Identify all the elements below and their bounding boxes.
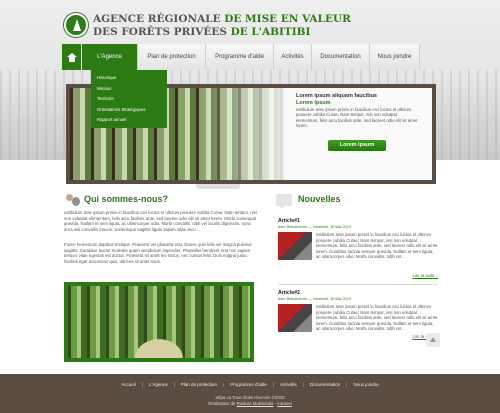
article-divider <box>278 284 438 285</box>
about-paragraph-2: Fusce fermentum dapibus tristique. Praes… <box>64 242 252 264</box>
dropdown-item-mission[interactable]: Mission <box>91 84 167 95</box>
agence-dropdown-menu: Historique Mission Territoire Orientatio… <box>91 70 167 128</box>
about-title: Qui sommes-nous? <box>84 194 169 204</box>
footer-link-documentation[interactable]: Documentation <box>310 382 340 387</box>
footer-link-agence[interactable]: L'Agence <box>149 382 168 387</box>
nav-item-nous-joindre[interactable]: Nous joindre <box>370 44 420 70</box>
home-icon <box>66 52 77 62</box>
news-icon <box>276 194 292 209</box>
footer-link-activites[interactable]: Activités <box>280 382 297 387</box>
news-article: Article#1 Alex Beaulherme — Vendredi, 30… <box>278 218 438 284</box>
news-article: Article#2 Alex Beaulherme — Vendredi, 30… <box>278 290 438 346</box>
dropdown-item-orientations[interactable]: Orientations Stratégiques <box>91 105 167 116</box>
banner-button[interactable]: Lorem ipsum <box>328 140 386 151</box>
people-icon <box>66 194 80 206</box>
footer-copyright: arfpa.ca Tous droits réservés ©2010 Réal… <box>0 395 500 407</box>
dropdown-item-rapport-annuel[interactable]: Rapport annuel <box>91 115 167 126</box>
article-thumbnail[interactable] <box>278 232 312 260</box>
read-more-link[interactable]: Lire la suite... <box>412 273 438 278</box>
nav-item-documentation[interactable]: Documentation <box>312 44 370 70</box>
footer: Accueil | L'Agence | Plan de protection … <box>0 374 500 413</box>
banner-text-panel: Lorem ipsum aliquam faucibus Lorem ipsum… <box>284 88 432 180</box>
credit-line: Réalisation de Radium Multimédia - Intra… <box>208 400 292 406</box>
home-button[interactable] <box>62 44 82 70</box>
nav-item-agence[interactable]: L'Agence <box>82 44 138 70</box>
article-excerpt: estibulum ante ipsum primis in faucibus … <box>316 232 438 260</box>
nav-item-plan-protection[interactable]: Plan de protection <box>138 44 206 70</box>
article-thumbnail[interactable] <box>278 304 312 332</box>
footer-link-accueil[interactable]: Accueil <box>121 382 136 387</box>
main-nav: L'Agence Plan de protection Programme d'… <box>62 44 420 70</box>
news-title: Nouvelles <box>298 194 341 204</box>
dropdown-item-territoire[interactable]: Territoire <box>91 94 167 105</box>
article-meta: Alex Beaulherme — Vendredi, 30 Mai 2010 <box>278 297 351 301</box>
footer-nav: Accueil | L'Agence | Plan de protection … <box>121 382 379 387</box>
about-paragraph-1: estibulum ante ipsum primis in faucibus … <box>64 210 257 232</box>
nav-item-programme-aide[interactable]: Programme d'aide <box>206 44 274 70</box>
banner-tab <box>196 184 240 189</box>
footer-link-programme-aide[interactable]: Programme d'aide <box>230 382 267 387</box>
dropdown-item-historique[interactable]: Historique <box>91 73 167 84</box>
footer-link-plan-protection[interactable]: Plan de protection <box>181 382 217 387</box>
credit-link[interactable]: Radium Multimédia <box>237 401 274 406</box>
footer-link-nous-joindre[interactable]: Nous joindre <box>353 382 378 387</box>
banner-text: estibulum ante ipsum primis in faucibus … <box>296 107 418 128</box>
article-excerpt: estibulum ante ipsum primis in faucibus … <box>316 304 438 332</box>
forest-path-image <box>64 282 254 362</box>
banner-subheading: Lorem ipsum <box>296 100 331 106</box>
intranet-link[interactable]: Intranet <box>277 401 292 406</box>
scroll-up-icon[interactable] <box>426 333 440 347</box>
nav-item-activites[interactable]: Activités <box>274 44 312 70</box>
banner-heading: Lorem ipsum aliquam faucibus <box>296 93 377 99</box>
site-title[interactable]: AGENCE RÉGIONALE DE MISE EN VALEUR DES F… <box>93 13 353 38</box>
logo-icon[interactable] <box>64 13 88 37</box>
article-meta: Alex Beaulherme — Vendredi, 30 Mai 2010 <box>278 225 351 229</box>
